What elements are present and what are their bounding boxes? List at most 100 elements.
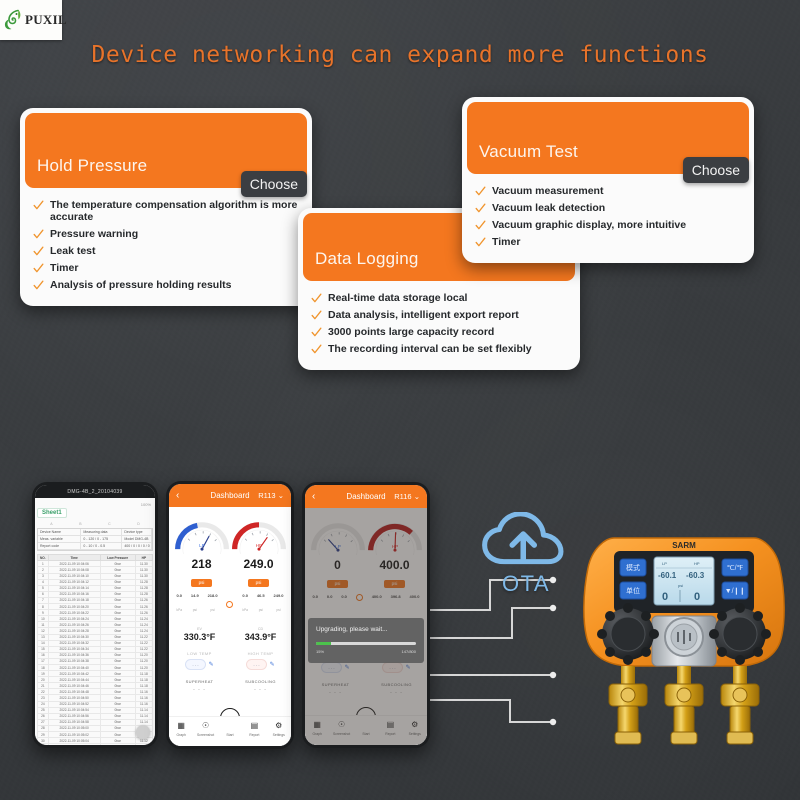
refrigerant-selector[interactable]: R113 ⌄	[258, 491, 284, 500]
list-item: Real-time data storage local	[311, 292, 567, 304]
check-icon	[33, 246, 44, 256]
list-item-label: Pressure warning	[50, 228, 139, 241]
card-title: Vacuum Test	[479, 142, 578, 161]
bottom-tab-bar: ▦ Graph ☉ Screenshot ▶Start ▤ Report ⚙ Setti…	[169, 716, 291, 746]
table-cell: 2022-11-09 10:05:06	[47, 743, 101, 745]
column-header: D	[137, 522, 140, 526]
low-pressure-unit[interactable]: psi	[190, 578, 213, 587]
list-item-label: Vacuum graphic display, more intuitive	[492, 219, 687, 232]
high-pressure-value: 249.0	[243, 557, 274, 571]
card-feature-list: Real-time data storage local Data analys…	[303, 281, 575, 365]
list-item-label: Data analysis, intelligent export report	[328, 309, 519, 322]
superheat-label: SUPERHEAT	[185, 679, 214, 684]
check-icon	[311, 327, 322, 337]
temperature-row: EV 330.3°F CD 343.9°F	[169, 627, 291, 642]
spreadsheet-window-title: DMG-4B_2_20104039	[35, 485, 155, 498]
temp-value: 330.3°F	[183, 632, 216, 642]
meta-cell: Measuring data	[81, 529, 123, 535]
pencil-icon[interactable]: ✎	[209, 661, 214, 668]
refrigerant-selector[interactable]: R116 ⌄	[394, 492, 420, 501]
meta-cell: Model DMG-4B	[122, 536, 152, 542]
feature-card-hold-pressure: Hold Pressure Choose The temperature com…	[20, 108, 312, 307]
tab-label: Report	[249, 733, 260, 737]
column-header: C	[108, 522, 111, 526]
progress-bar-fill	[316, 642, 331, 645]
sheet-tab[interactable]: Sheet1	[37, 508, 67, 518]
center-port	[664, 666, 704, 745]
report-icon: ▤	[250, 721, 259, 730]
tab-start[interactable]: ▶Start	[218, 722, 242, 737]
data-table: NO. Time Low Pressure HP 1 2022-11-09 10:…	[37, 553, 154, 745]
meta-cell: Report code	[38, 543, 82, 549]
camera-icon: ☉	[202, 721, 210, 730]
subcooling-block: SUBCOOLING - - -	[230, 679, 291, 693]
floating-action-button[interactable]	[136, 725, 150, 739]
meta-cell: 400 / 0 / 0 / 0 / 0	[122, 543, 152, 549]
digital-manifold-gauge-device: LP HP -60.1 -60.3 psi 0 0 模式 单位 ℃/℉ ▼/❙❙…	[583, 537, 785, 745]
gear-icon: ⚙	[275, 721, 283, 730]
high-port	[720, 666, 760, 745]
high-temp-pill[interactable]: - - -	[246, 659, 267, 670]
list-item: Vacuum measurement	[475, 185, 741, 197]
cloud-upload-icon	[482, 511, 564, 565]
calculated-values-row: SUPERHEAT - - - SUBCOOLING - - -	[169, 679, 291, 693]
check-icon	[475, 237, 486, 247]
choose-button[interactable]: Choose	[240, 171, 307, 197]
gauge-row: LP 218 psi HP 249.0 psi	[169, 507, 291, 589]
choose-button[interactable]: Choose	[682, 157, 749, 183]
tab-graph[interactable]: ▦ Graph	[169, 722, 193, 738]
list-item-label: Real-time data storage local	[328, 292, 468, 304]
tick-readout: 0.0 kPa	[176, 593, 182, 612]
high-pressure-gauge[interactable]: HP 249.0 psi	[230, 513, 287, 589]
lcd-low-label: LP	[662, 561, 667, 566]
list-item-label: Analysis of pressure holding results	[50, 279, 232, 292]
ota-label: OTA	[501, 571, 551, 596]
list-item-label: Timer	[50, 262, 79, 275]
svg-text:模式: 模式	[626, 563, 640, 572]
progress-bar	[316, 642, 416, 645]
tick-readout: 249.0 psi	[273, 593, 284, 612]
tab-screenshot[interactable]: ☉ Screenshot	[193, 721, 217, 738]
phone-spreadsheet: DMG-4B_2_20104039 Sheet1 100% A B C D De…	[32, 482, 158, 748]
progress-bytes: 147/800	[401, 649, 416, 654]
phone-screen: ‹ Dashboard R116 ⌄ LP 0 psi HP 400.0 psi…	[305, 485, 427, 745]
low-temp-section-label: LOW TEMP	[187, 651, 212, 656]
subcooling-label: SUBCOOLING	[245, 679, 276, 684]
list-item-label: 3000 points large capacity record	[328, 326, 495, 339]
low-temp-pill[interactable]: - - -	[185, 659, 206, 670]
tab-label: Settings	[272, 733, 285, 737]
list-item-label: Timer	[492, 236, 521, 249]
table-row: Device Name Measuring data Device type	[38, 529, 152, 536]
tick-readout: 0.0 kPa	[242, 593, 248, 612]
check-icon	[475, 186, 486, 196]
lcd-low-pressure: 0	[662, 591, 668, 603]
table-cell: 11.10	[134, 743, 154, 745]
superheat-value: - - -	[193, 687, 206, 693]
connection-dot	[549, 576, 557, 726]
pencil-icon[interactable]: ✎	[270, 661, 275, 668]
tab-label: Screenshot	[197, 733, 215, 737]
low-pressure-gauge[interactable]: LP 218 psi	[173, 513, 230, 589]
column-header: B	[79, 522, 82, 526]
temp-value: 343.9°F	[244, 632, 277, 642]
evaporator-temp: EV 330.3°F	[169, 627, 230, 642]
list-item: Timer	[33, 262, 299, 274]
lcd-unit: psi	[678, 583, 683, 588]
high-temp-controls: - - - ✎	[230, 659, 291, 670]
dashboard-header: ‹ Dashboard R116 ⌄	[305, 485, 427, 508]
ota-badge: OTA	[480, 511, 572, 597]
card-title: Hold Pressure	[37, 156, 148, 175]
list-item-label: Vacuum leak detection	[492, 202, 606, 215]
check-icon	[311, 293, 322, 303]
column-headers: A B C D	[37, 522, 153, 526]
card-title: Data Logging	[315, 249, 419, 268]
tick-readouts: 0.0 kPa 14.9 psi 218.0 psi 0.0 kPa 46.5 psi 2…	[169, 593, 291, 616]
brand-logo: PUXIL	[0, 0, 67, 40]
list-item: Vacuum graphic display, more intuitive	[475, 219, 741, 231]
list-item: Leak test	[33, 245, 299, 257]
tab-report[interactable]: ▤ Report	[242, 721, 266, 738]
chevron-down-icon: ⌄	[277, 491, 284, 500]
chevron-down-icon: ⌄	[413, 492, 420, 501]
high-pressure-unit[interactable]: psi	[247, 578, 270, 587]
tab-settings[interactable]: ⚙ Settings	[267, 721, 291, 738]
